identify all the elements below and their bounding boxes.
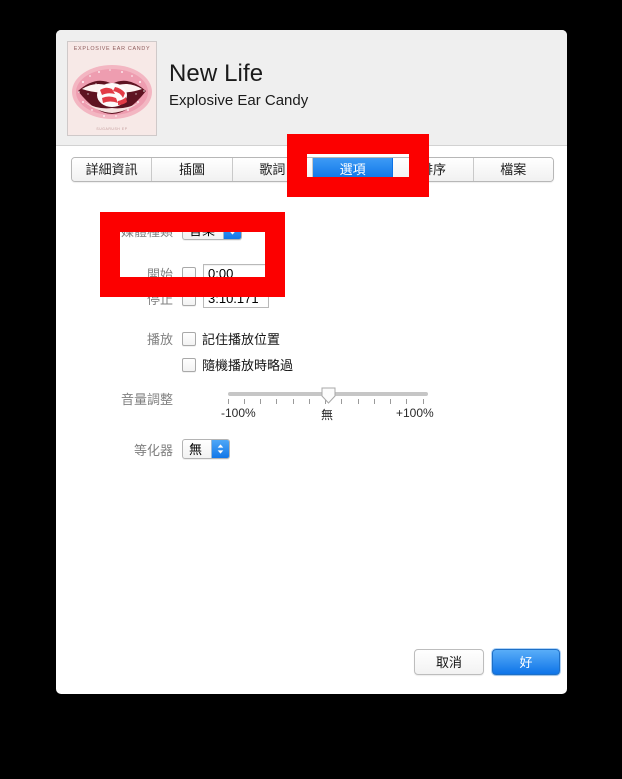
- volume-adjust-slider[interactable]: -100% 無 +100%: [221, 387, 434, 422]
- tab-details[interactable]: 詳細資訊: [72, 158, 153, 181]
- start-checkbox[interactable]: [182, 266, 196, 281]
- stop-checkbox[interactable]: [182, 291, 196, 306]
- remember-position-label[interactable]: 記住播放位置: [202, 329, 280, 348]
- slider-min-label: -100%: [221, 406, 256, 420]
- media-kind-value: 音樂: [189, 222, 216, 238]
- stop-row: 停止 3:10.171: [105, 289, 269, 308]
- volume-adjust-row: 音量調整: [105, 389, 173, 408]
- start-row: 開始 0:00: [105, 264, 269, 283]
- album-artwork[interactable]: EXPLOSIVE EAR CANDY SUGARUSH EP: [67, 41, 157, 136]
- media-kind-popup[interactable]: 音樂: [182, 220, 242, 240]
- tab-file[interactable]: 檔案: [473, 158, 553, 181]
- start-time-input[interactable]: 0:00: [203, 264, 269, 283]
- slider-max-label: +100%: [396, 406, 434, 420]
- track-title: New Life: [169, 60, 264, 87]
- chevron-updown-glyph: [229, 225, 236, 235]
- equalizer-label: 等化器: [133, 442, 173, 458]
- song-info-dialog: EXPLOSIVE EAR CANDY SUGARUSH EP New Life…: [56, 30, 567, 694]
- equalizer-value: 無: [189, 441, 203, 457]
- start-label: 開始: [146, 267, 173, 282]
- tab-bar: 詳細資訊 插圖 歌詞 選項 排序 檔案: [71, 157, 554, 182]
- dialog-footer: 取消 好: [56, 638, 567, 694]
- playback-skip-row: 隨機播放時略過: [182, 355, 293, 374]
- artwork-bottom-text: SUGARUSH EP: [96, 127, 128, 131]
- remember-position-checkbox[interactable]: [182, 331, 196, 346]
- media-kind-label: 媒體種類: [120, 223, 173, 239]
- volume-adjust-label: 音量調整: [120, 392, 173, 407]
- slider-thumb[interactable]: [321, 387, 336, 404]
- chevron-updown-icon[interactable]: [223, 221, 241, 239]
- equalizer-popup[interactable]: 無: [182, 439, 230, 459]
- ok-button[interactable]: 好: [492, 649, 560, 675]
- tab-options[interactable]: 選項: [312, 158, 394, 181]
- skip-shuffling-label[interactable]: 隨機播放時略過: [202, 355, 293, 374]
- tab-sorting[interactable]: 排序: [393, 158, 474, 181]
- playback-remember-row: 播放 記住播放位置: [105, 329, 280, 348]
- stop-time-value: 3:10.171: [208, 291, 259, 306]
- start-time-value: 0:00: [208, 266, 234, 281]
- chevron-updown-glyph: [217, 444, 224, 454]
- tab-artwork[interactable]: 插圖: [152, 158, 233, 181]
- cancel-button[interactable]: 取消: [414, 649, 484, 675]
- skip-shuffling-checkbox[interactable]: [182, 357, 196, 372]
- stop-label: 停止: [146, 292, 173, 307]
- artwork-top-text: EXPLOSIVE EAR CANDY: [73, 46, 151, 52]
- playback-label: 播放: [146, 332, 173, 347]
- slider-mid-label: 無: [321, 408, 334, 422]
- tab-lyrics[interactable]: 歌詞: [232, 158, 313, 181]
- equalizer-row: 等化器 無: [105, 439, 230, 459]
- stop-time-input[interactable]: 3:10.171: [203, 289, 269, 308]
- chevron-updown-icon[interactable]: [211, 440, 229, 458]
- media-kind-row: 媒體種類 音樂: [105, 220, 242, 240]
- dialog-header: EXPLOSIVE EAR CANDY SUGARUSH EP New Life…: [56, 30, 567, 146]
- album-artwork-image: [68, 42, 156, 135]
- track-artist: Explosive Ear Candy: [169, 92, 309, 109]
